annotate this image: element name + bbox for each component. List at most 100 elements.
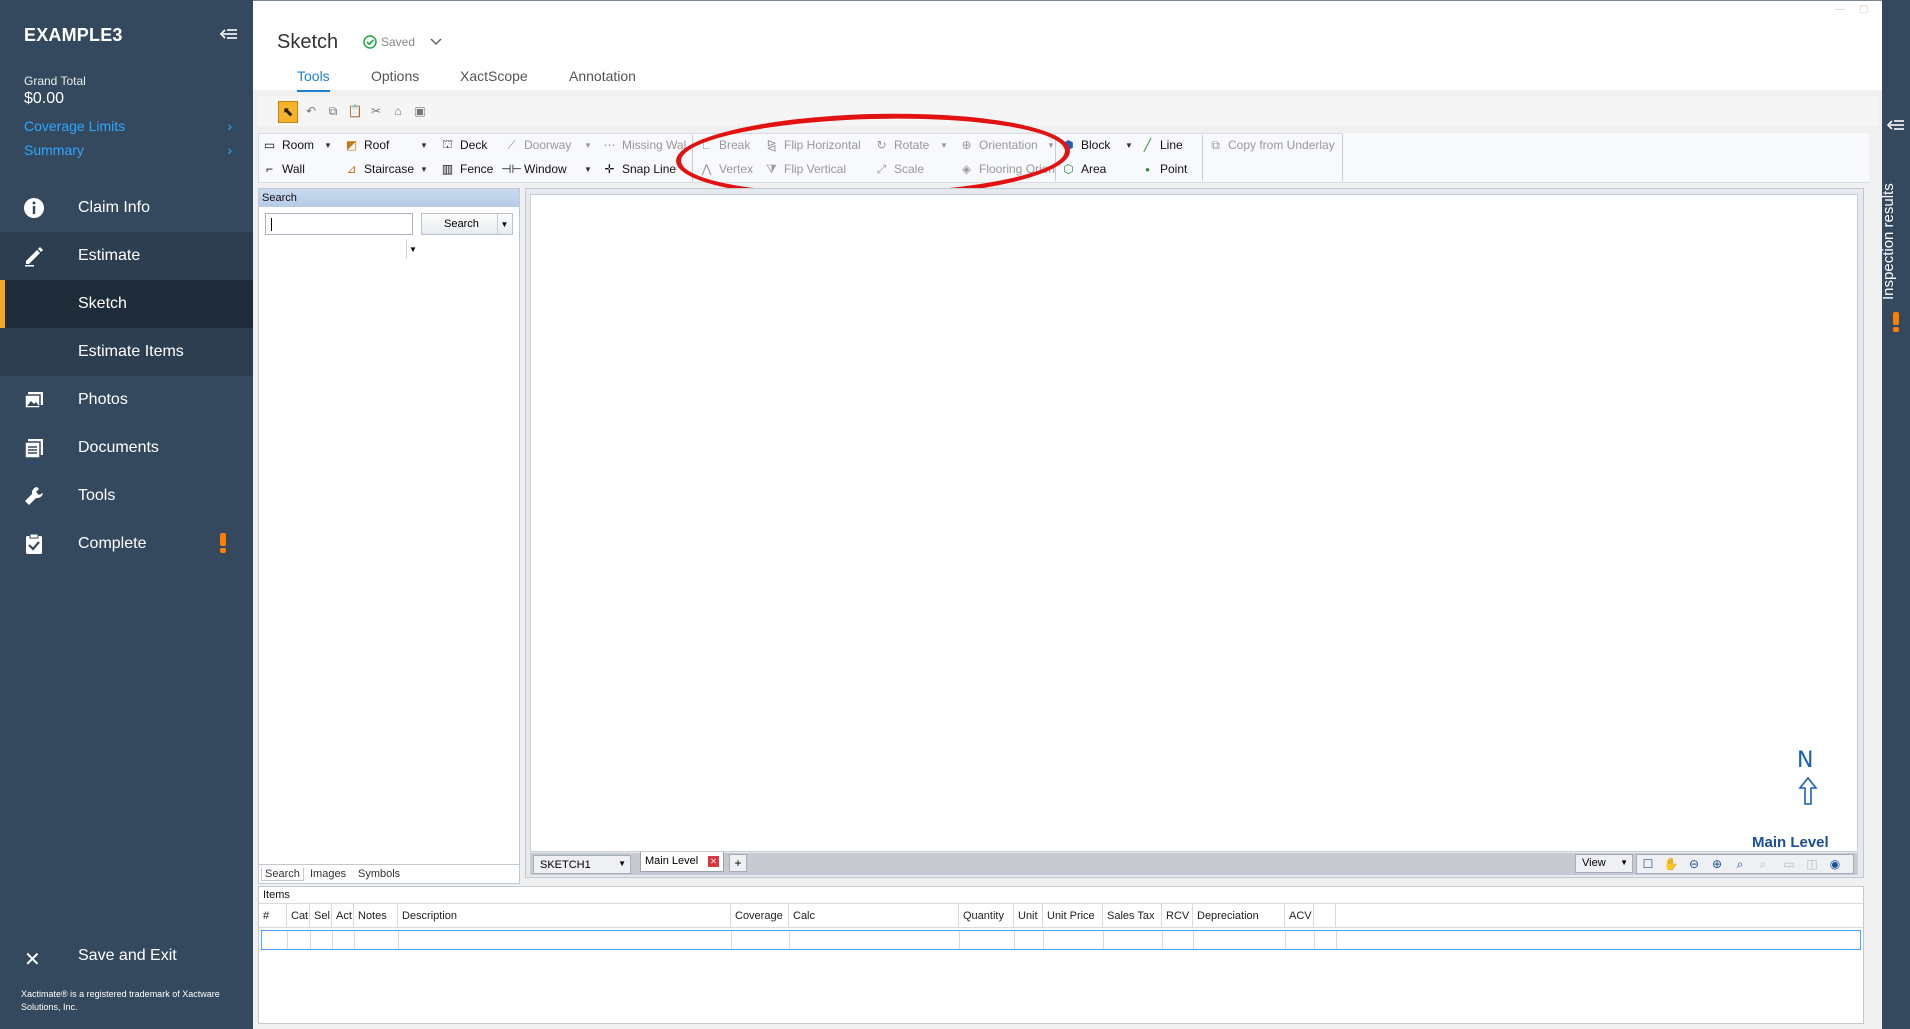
pan-hand-icon[interactable]: ✋	[1662, 856, 1680, 872]
dropdown-arrow-icon[interactable]: ▼	[1125, 141, 1133, 150]
table-cell[interactable]	[1104, 931, 1163, 949]
3d-view-icon[interactable]: ◉	[1826, 856, 1844, 872]
tab-annotation[interactable]: Annotation	[569, 68, 636, 84]
copy-button[interactable]: ⧉	[323, 101, 343, 121]
search-history-dropdown[interactable]: ▼	[406, 239, 419, 259]
point-tool[interactable]: ● Point	[1140, 160, 1187, 178]
tab-symbols[interactable]: Symbols	[355, 868, 403, 880]
fence-tool[interactable]: ▥ Fence	[440, 160, 494, 178]
dropdown-arrow-icon[interactable]: ▼	[420, 141, 428, 150]
nav-complete[interactable]: Complete	[0, 520, 253, 568]
table-cell[interactable]	[1015, 931, 1044, 949]
sketch-selector[interactable]: SKETCH1 ▼	[533, 855, 631, 874]
area-tool[interactable]: ⬡ Area	[1061, 160, 1106, 178]
table-cell[interactable]	[1315, 931, 1337, 949]
nav-documents[interactable]: Documents	[0, 424, 253, 472]
nav-estimate-items[interactable]: Estimate Items	[0, 328, 253, 376]
missing-wall-tool[interactable]: ⋯ Missing Wal	[602, 136, 687, 154]
sketch-canvas[interactable]	[530, 194, 1858, 852]
tab-options[interactable]: Options	[371, 68, 419, 84]
add-level-button[interactable]: +	[729, 854, 747, 872]
fit-page-icon[interactable]: ◫	[1803, 856, 1821, 872]
table-cell[interactable]	[1194, 931, 1286, 949]
column-header-unit[interactable]: Unit	[1014, 904, 1043, 928]
doorway-tool[interactable]: ⟋ Doorway ▼	[504, 136, 592, 154]
column-header-sel[interactable]: Sel	[310, 904, 332, 928]
dropdown-arrow-icon[interactable]: ▼	[420, 165, 428, 174]
search-button[interactable]: Search ▼	[421, 213, 513, 235]
zoom-extents-icon[interactable]: ⌕	[1754, 856, 1772, 872]
column-header-rcv[interactable]: RCV	[1162, 904, 1193, 928]
table-cell[interactable]	[399, 931, 732, 949]
table-row[interactable]	[261, 930, 1861, 950]
column-header-coverage[interactable]: Coverage	[731, 904, 789, 928]
column-header-act[interactable]: Act	[332, 904, 354, 928]
column-header-calc[interactable]: Calc	[789, 904, 959, 928]
table-cell[interactable]	[1286, 931, 1315, 949]
select-pointer-button[interactable]: ⬉	[278, 101, 298, 123]
paste-button[interactable]: 📋	[345, 101, 365, 121]
summary-link[interactable]: Summary ›	[24, 142, 232, 158]
dropdown-arrow-icon[interactable]: ▼	[584, 165, 592, 174]
wall-tool[interactable]: ⌐ Wall	[262, 160, 305, 178]
collapse-sidebar-icon[interactable]	[220, 25, 238, 43]
table-cell[interactable]	[732, 931, 790, 949]
table-cell[interactable]	[1044, 931, 1104, 949]
copy-from-underlay-tool[interactable]: ⧉ Copy from Underlay	[1208, 136, 1335, 154]
nav-estimate[interactable]: Estimate	[0, 232, 253, 280]
column-header-depreciation[interactable]: Depreciation	[1193, 904, 1285, 928]
nav-claim-info[interactable]: Claim Info	[0, 184, 253, 232]
close-level-icon[interactable]: ✕	[708, 856, 719, 867]
column-header-unit-price[interactable]: Unit Price	[1043, 904, 1103, 928]
column-header-cat[interactable]: Cat	[287, 904, 310, 928]
table-cell[interactable]	[790, 931, 960, 949]
table-cell[interactable]	[355, 931, 399, 949]
column-header-sales-tax[interactable]: Sales Tax	[1103, 904, 1162, 928]
room-tool[interactable]: ▭ Room ▼	[262, 136, 332, 154]
save-sketch-button[interactable]: ▣	[410, 101, 430, 121]
table-cell[interactable]	[262, 931, 288, 949]
minimize-window-icon[interactable]: —	[1835, 4, 1845, 15]
roof-tool[interactable]: ◩ Roof ▼	[344, 136, 428, 154]
dropdown-arrow-icon[interactable]: ▼	[584, 141, 592, 150]
nav-tools[interactable]: Tools	[0, 472, 253, 520]
window-tool[interactable]: ⊣⊢ Window ▼	[501, 160, 592, 178]
table-cell[interactable]	[1163, 931, 1194, 949]
page-icon[interactable]: ▭	[1780, 856, 1798, 872]
view-dropdown[interactable]: View ▼	[1575, 854, 1633, 873]
chevron-down-icon[interactable]	[429, 34, 443, 48]
column-header-description[interactable]: Description	[398, 904, 731, 928]
tab-tools[interactable]: Tools	[297, 68, 330, 92]
inspection-results-rail[interactable]	[1882, 0, 1910, 1029]
group-button[interactable]: ⌂	[388, 101, 408, 121]
column-header-acv[interactable]: ACV	[1285, 904, 1314, 928]
select-box-icon[interactable]: ☐	[1639, 856, 1657, 872]
zoom-out-icon[interactable]: ⊖	[1685, 856, 1703, 872]
save-and-exit-button[interactable]: ✕ Save and Exit	[0, 935, 253, 979]
cut-button[interactable]: ✂	[366, 101, 386, 121]
table-cell[interactable]	[960, 931, 1015, 949]
tab-images[interactable]: Images	[307, 868, 349, 880]
search-input[interactable]: ▼	[265, 213, 417, 259]
dropdown-arrow-icon[interactable]: ▼	[324, 141, 332, 150]
zoom-window-icon[interactable]: ⌕	[1731, 856, 1749, 872]
search-options-dropdown[interactable]: ▼	[497, 214, 511, 234]
zoom-in-icon[interactable]: ⊕	[1708, 856, 1726, 872]
coverage-limits-link[interactable]: Coverage Limits ›	[24, 118, 232, 134]
table-cell[interactable]	[333, 931, 355, 949]
level-tab-main[interactable]: Main Level ✕	[640, 852, 724, 872]
tab-xactscope[interactable]: XactScope	[460, 68, 528, 84]
snap-line-tool[interactable]: ✛ Snap Line	[602, 160, 676, 178]
column-header-notes[interactable]: Notes	[354, 904, 398, 928]
staircase-tool[interactable]: ⊿ Staircase ▼	[344, 160, 427, 178]
table-cell[interactable]	[288, 931, 311, 949]
line-tool[interactable]: ╱ Line	[1140, 136, 1183, 154]
column-header-number[interactable]: #	[259, 904, 287, 928]
tab-search[interactable]: Search	[261, 868, 304, 881]
column-header-quantity[interactable]: Quantity	[959, 904, 1014, 928]
nav-photos[interactable]: Photos	[0, 376, 253, 424]
expand-panel-icon[interactable]	[1887, 116, 1905, 134]
table-cell[interactable]	[311, 931, 333, 949]
deck-tool[interactable]: ⛫ Deck	[440, 136, 487, 154]
maximize-window-icon[interactable]: ▢	[1859, 4, 1869, 15]
